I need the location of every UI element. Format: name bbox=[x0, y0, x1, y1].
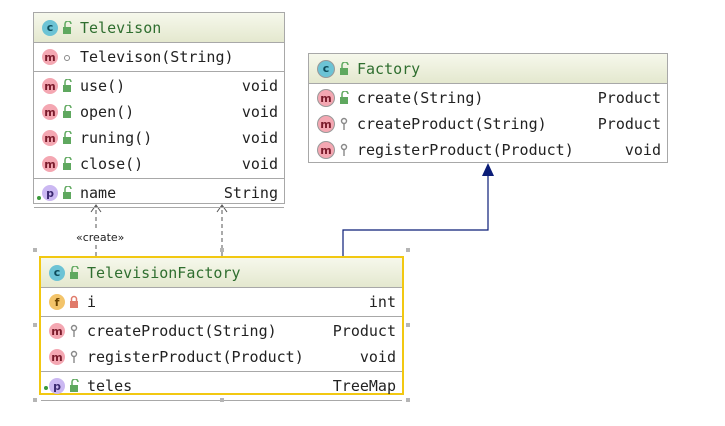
member-signature: createProduct(String) bbox=[87, 322, 277, 340]
class-television-factory[interactable]: c TelevisionFactory f i int m createProduct… bbox=[39, 256, 404, 401]
abstract-method-icon: m bbox=[317, 141, 335, 159]
m-badge-icon: m bbox=[42, 78, 58, 94]
class-header[interactable]: c Televison bbox=[34, 13, 284, 43]
p-badge-icon: p bbox=[49, 378, 65, 394]
member-row[interactable]: m runing() void bbox=[34, 125, 284, 151]
class-icon: c bbox=[49, 264, 65, 281]
member-signature: use() bbox=[80, 77, 126, 95]
protected-icon bbox=[339, 117, 351, 131]
member-type: TreeMap bbox=[332, 377, 396, 395]
protected-icon bbox=[69, 350, 81, 364]
member-type: Product bbox=[597, 115, 661, 133]
member-signature: registerProduct(Product) bbox=[87, 348, 304, 366]
inheritance-arrowhead bbox=[482, 163, 494, 176]
member-row[interactable]: m createProduct(String) Product bbox=[309, 111, 667, 137]
member-row[interactable]: p teles TreeMap bbox=[41, 373, 402, 399]
public-icon bbox=[69, 264, 81, 280]
member-row[interactable]: m use() void bbox=[34, 73, 284, 99]
class-name: TelevisionFactory bbox=[87, 263, 241, 282]
member-type: Product bbox=[332, 322, 396, 340]
class-icon: c bbox=[42, 19, 58, 36]
class-header[interactable]: c TelevisionFactory bbox=[41, 258, 402, 288]
fields-section: p name String bbox=[34, 179, 284, 208]
constructor-signature: Televison(String) bbox=[80, 48, 234, 66]
class-factory[interactable]: c Factory m create(String) Product m createP… bbox=[308, 53, 668, 163]
fields-section: f i int bbox=[41, 288, 402, 317]
member-row[interactable]: m close() void bbox=[34, 151, 284, 177]
member-row[interactable]: f i int bbox=[41, 289, 402, 315]
methods-section: m createProduct(String) Product m registerPr… bbox=[41, 317, 402, 372]
abstract-method-icon: m bbox=[317, 89, 335, 107]
public-icon bbox=[62, 104, 74, 119]
m-badge-icon: m bbox=[42, 104, 58, 120]
resize-handle-bottom-middle[interactable] bbox=[220, 398, 224, 402]
member-type: void bbox=[241, 103, 278, 121]
member-signature: open() bbox=[80, 103, 135, 121]
m-badge-icon: m bbox=[49, 349, 65, 365]
member-signature: teles bbox=[87, 377, 133, 395]
property-marker bbox=[37, 196, 41, 200]
member-row[interactable]: m createProduct(String) Product bbox=[41, 318, 402, 344]
member-signature: runing() bbox=[80, 129, 153, 147]
member-type: int bbox=[368, 293, 396, 311]
member-row[interactable]: m registerProduct(Product) void bbox=[41, 344, 402, 370]
resize-handle-top-right[interactable] bbox=[406, 248, 410, 252]
member-row[interactable]: m open() void bbox=[34, 99, 284, 125]
abstract-class-icon: c bbox=[317, 59, 335, 78]
member-signature: close() bbox=[80, 155, 144, 173]
member-signature: registerProduct(Product) bbox=[357, 141, 574, 159]
method-icon: m bbox=[42, 49, 58, 65]
public-icon bbox=[339, 90, 351, 105]
member-type: void bbox=[624, 141, 661, 159]
member-row[interactable]: p name String bbox=[34, 180, 284, 206]
methods-section: m create(String) Product m createProduct(Str… bbox=[309, 84, 667, 164]
resize-handle-bottom-right[interactable] bbox=[406, 398, 410, 402]
f-badge-icon: f bbox=[49, 294, 65, 310]
m-badge-icon: m bbox=[49, 323, 65, 339]
member-type: Product bbox=[597, 89, 661, 107]
resize-handle-top-middle[interactable] bbox=[220, 248, 224, 252]
protected-icon bbox=[69, 324, 81, 338]
resize-handle-bottom-left[interactable] bbox=[33, 398, 37, 402]
public-icon bbox=[62, 130, 74, 145]
member-type: void bbox=[241, 155, 278, 173]
class-name: Televison bbox=[80, 18, 162, 37]
public-icon bbox=[339, 60, 351, 76]
class-televison[interactable]: c Televison m Televison(String) m use() vo… bbox=[33, 12, 285, 208]
member-signature: i bbox=[87, 293, 97, 311]
create-stereotype-label: «create» bbox=[76, 231, 125, 244]
member-signature: create(String) bbox=[357, 89, 484, 107]
public-icon bbox=[62, 19, 74, 35]
properties-section: p teles TreeMap bbox=[41, 372, 402, 401]
resize-handle-middle-left[interactable] bbox=[33, 323, 37, 327]
package-private-icon bbox=[62, 50, 74, 64]
member-type: void bbox=[241, 129, 278, 147]
inheritance-line[interactable] bbox=[342, 176, 489, 256]
p-badge-icon: p bbox=[42, 185, 58, 201]
class-name: Factory bbox=[357, 59, 421, 78]
private-icon bbox=[69, 295, 81, 309]
abstract-method-icon: m bbox=[317, 115, 335, 133]
member-row[interactable]: m registerProduct(Product) void bbox=[309, 137, 667, 163]
member-type: String bbox=[223, 184, 278, 202]
member-signature: name bbox=[80, 184, 117, 202]
m-badge-icon: m bbox=[42, 156, 58, 172]
m-badge-icon: m bbox=[42, 130, 58, 146]
resize-handle-middle-right[interactable] bbox=[406, 323, 410, 327]
member-type: void bbox=[359, 348, 396, 366]
resize-handle-top-left[interactable] bbox=[33, 248, 37, 252]
public-icon bbox=[62, 78, 74, 93]
member-type: void bbox=[241, 77, 278, 95]
methods-section: m use() void m open() void m runing() void m close… bbox=[34, 72, 284, 179]
public-icon bbox=[62, 156, 74, 171]
protected-icon bbox=[339, 143, 351, 157]
class-header[interactable]: c Factory bbox=[309, 54, 667, 84]
property-marker bbox=[44, 386, 48, 390]
member-row[interactable]: m create(String) Product bbox=[309, 85, 667, 111]
public-icon bbox=[62, 185, 74, 200]
constructor-row[interactable]: m Televison(String) bbox=[34, 44, 284, 70]
member-signature: createProduct(String) bbox=[357, 115, 547, 133]
constructor-section: m Televison(String) bbox=[34, 43, 284, 72]
public-icon bbox=[69, 378, 81, 393]
